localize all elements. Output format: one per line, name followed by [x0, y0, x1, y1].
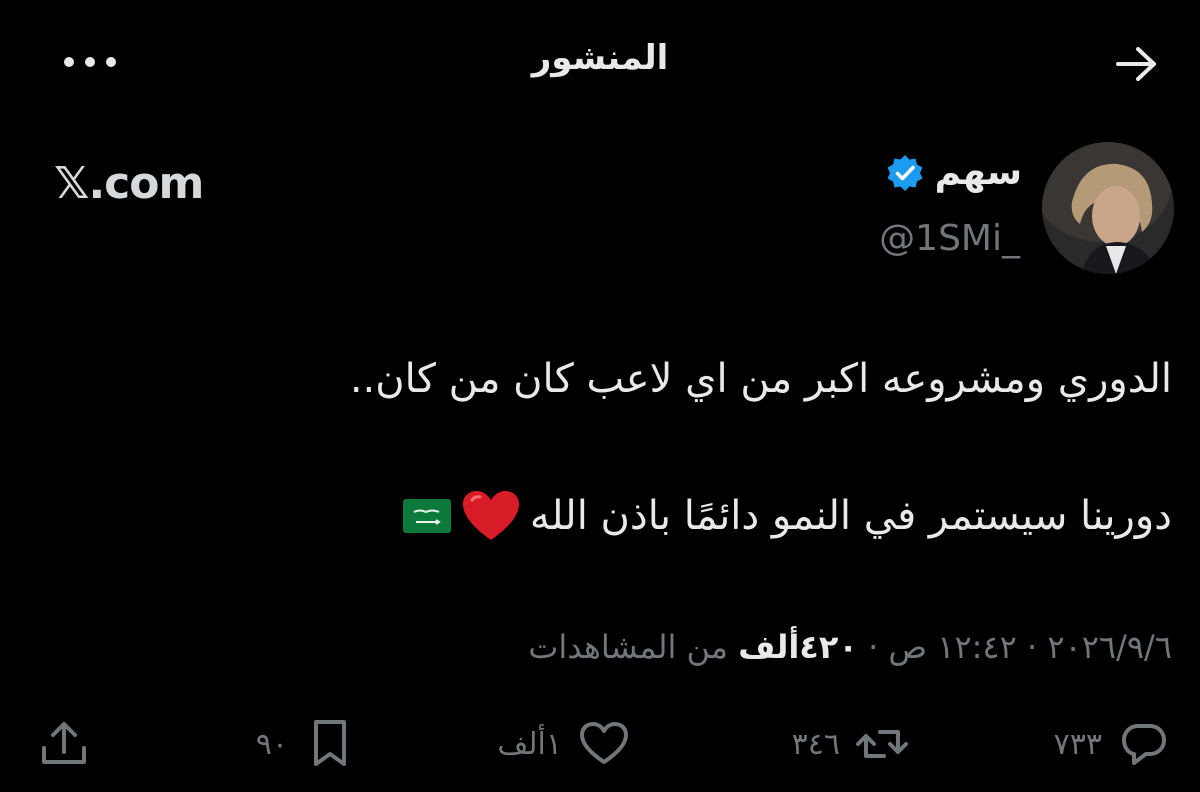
- post-date[interactable]: ٢٠٢٦/٩/٦: [1047, 628, 1172, 666]
- like-count: ١ألف: [497, 726, 562, 762]
- views-count[interactable]: ٤٢٠ألف: [738, 628, 858, 666]
- repost-button[interactable]: ٣٤٦: [792, 716, 910, 772]
- more-options-icon[interactable]: [62, 50, 118, 74]
- post-text-line-2-text: دورينا سيستمر في النمو دائمًا باذن الله: [529, 493, 1172, 539]
- bookmark-count: ٩٠: [255, 726, 288, 762]
- heart-outline-icon: [576, 716, 632, 772]
- author-name[interactable]: سهم: [935, 152, 1022, 193]
- reply-count: ٧٣٣: [1053, 726, 1102, 762]
- red-heart-emoji-icon: [460, 488, 522, 544]
- post-text-line-2: دورينا سيستمر في النمو دائمًا باذن الله: [402, 488, 1172, 544]
- bookmark-button[interactable]: ٩٠: [256, 716, 358, 772]
- x-com-watermark: 𝕏.com: [54, 158, 204, 209]
- meta-separator-1: ·: [1026, 628, 1038, 666]
- saudi-flag-emoji-icon: [402, 498, 452, 534]
- author-handle[interactable]: @1SMi_: [879, 218, 1020, 259]
- share-button[interactable]: [36, 716, 92, 772]
- meta-separator-2: ·: [868, 628, 879, 666]
- views-label: من المشاهدات: [528, 628, 729, 666]
- reply-button[interactable]: ٧٣٣: [1054, 716, 1172, 772]
- back-arrow-icon[interactable]: [1114, 44, 1160, 84]
- bookmark-icon: [302, 716, 358, 772]
- repost-count: ٣٤٦: [791, 726, 840, 762]
- post-meta: ٢٠٢٦/٩/٦ · ١٢:٤٢ ص · ٤٢٠ألف من المشاهدات: [528, 628, 1172, 666]
- reply-icon: [1116, 716, 1172, 772]
- author-name-row[interactable]: سهم: [885, 152, 1022, 193]
- post-time[interactable]: ١٢:٤٢ ص: [888, 628, 1016, 666]
- like-button[interactable]: ١ألف: [497, 716, 632, 772]
- avatar[interactable]: [1042, 142, 1174, 274]
- share-icon: [36, 716, 92, 772]
- post-text-line-1: الدوري ومشروعه اكبر من اي لاعب كان من كا…: [349, 356, 1172, 402]
- verified-badge-icon: [885, 153, 925, 193]
- repost-icon: [854, 716, 910, 772]
- page-title: المنشور: [531, 38, 669, 78]
